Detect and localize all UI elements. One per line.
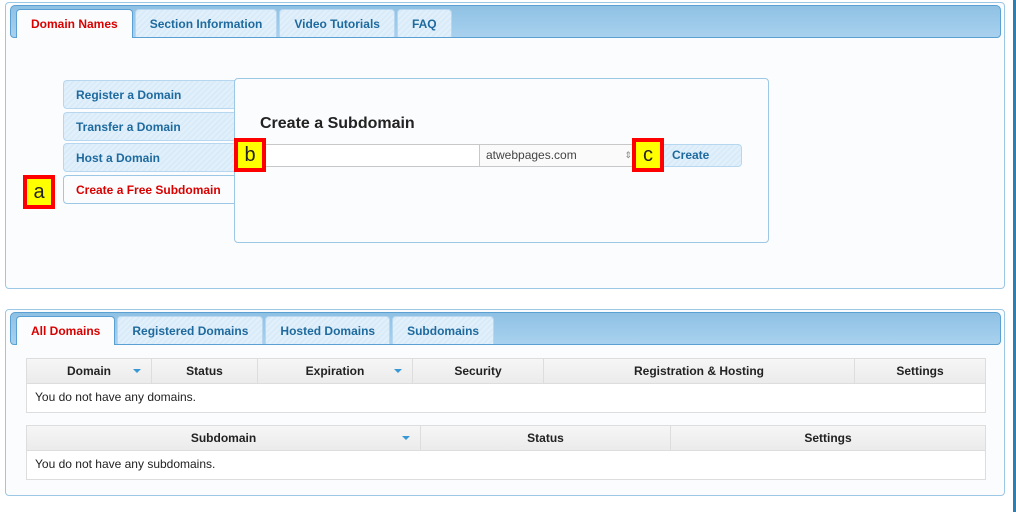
- select-arrows-icon: ⇕: [624, 150, 632, 160]
- column-registration-hosting: Registration & Hosting: [544, 359, 855, 383]
- domains-empty-message: You do not have any domains.: [35, 390, 197, 404]
- bottom-tab-bar: All Domains Registered Domains Hosted Do…: [10, 312, 1001, 345]
- tab-domain-names[interactable]: Domain Names: [16, 9, 133, 38]
- create-subdomain-box: Create a Subdomain atwebpages.com ⇕ Crea…: [234, 78, 769, 243]
- tab-subdomains[interactable]: Subdomains: [392, 316, 495, 344]
- top-tab-bar: Domain Names Section Information Video T…: [10, 5, 1001, 38]
- domain-select-value: atwebpages.com: [486, 148, 577, 162]
- marker-b: b: [234, 138, 266, 172]
- sort-desc-icon: [402, 436, 410, 440]
- domain-select[interactable]: atwebpages.com ⇕: [479, 144, 635, 167]
- side-item-create-free-subdomain[interactable]: Create a Free Subdomain: [63, 174, 239, 204]
- side-item-transfer-domain[interactable]: Transfer a Domain: [63, 111, 239, 141]
- tab-video-tutorials[interactable]: Video Tutorials: [279, 9, 395, 37]
- domains-list-panel: All Domains Registered Domains Hosted Do…: [5, 309, 1005, 496]
- tab-hosted-domains[interactable]: Hosted Domains: [265, 316, 391, 344]
- column-domain[interactable]: Domain: [27, 359, 152, 383]
- subdomain-input[interactable]: [260, 144, 480, 167]
- side-menu: Register a Domain Transfer a Domain Host…: [63, 80, 239, 206]
- column-settings: Settings: [804, 431, 852, 445]
- side-item-host-domain[interactable]: Host a Domain: [63, 143, 239, 172]
- column-security: Security: [413, 359, 544, 383]
- column-status: Status: [421, 426, 671, 450]
- domains-table: Domain Status Expiration Security Regist…: [26, 358, 986, 413]
- tab-registered-domains[interactable]: Registered Domains: [117, 316, 264, 344]
- column-settings: Settings: [896, 364, 944, 378]
- subdomains-table-header: Subdomain Status Settings: [27, 426, 985, 451]
- column-subdomain[interactable]: Subdomain: [27, 426, 421, 450]
- tab-all-domains[interactable]: All Domains: [16, 316, 116, 345]
- domains-table-header: Domain Status Expiration Security Regist…: [27, 359, 985, 384]
- subdomains-empty-message: You do not have any subdomains.: [35, 457, 216, 471]
- column-status: Status: [152, 359, 258, 383]
- sort-desc-icon: [133, 369, 141, 373]
- sort-desc-icon: [394, 369, 402, 373]
- tab-faq[interactable]: FAQ: [396, 9, 452, 37]
- tab-section-information[interactable]: Section Information: [134, 9, 278, 37]
- create-subdomain-title: Create a Subdomain: [260, 115, 415, 132]
- marker-c: c: [632, 138, 664, 172]
- marker-a: a: [23, 175, 55, 209]
- side-item-register-domain[interactable]: Register a Domain: [63, 80, 239, 109]
- subdomains-table: Subdomain Status Settings You do not hav…: [26, 425, 986, 480]
- column-expiration[interactable]: Expiration: [258, 359, 413, 383]
